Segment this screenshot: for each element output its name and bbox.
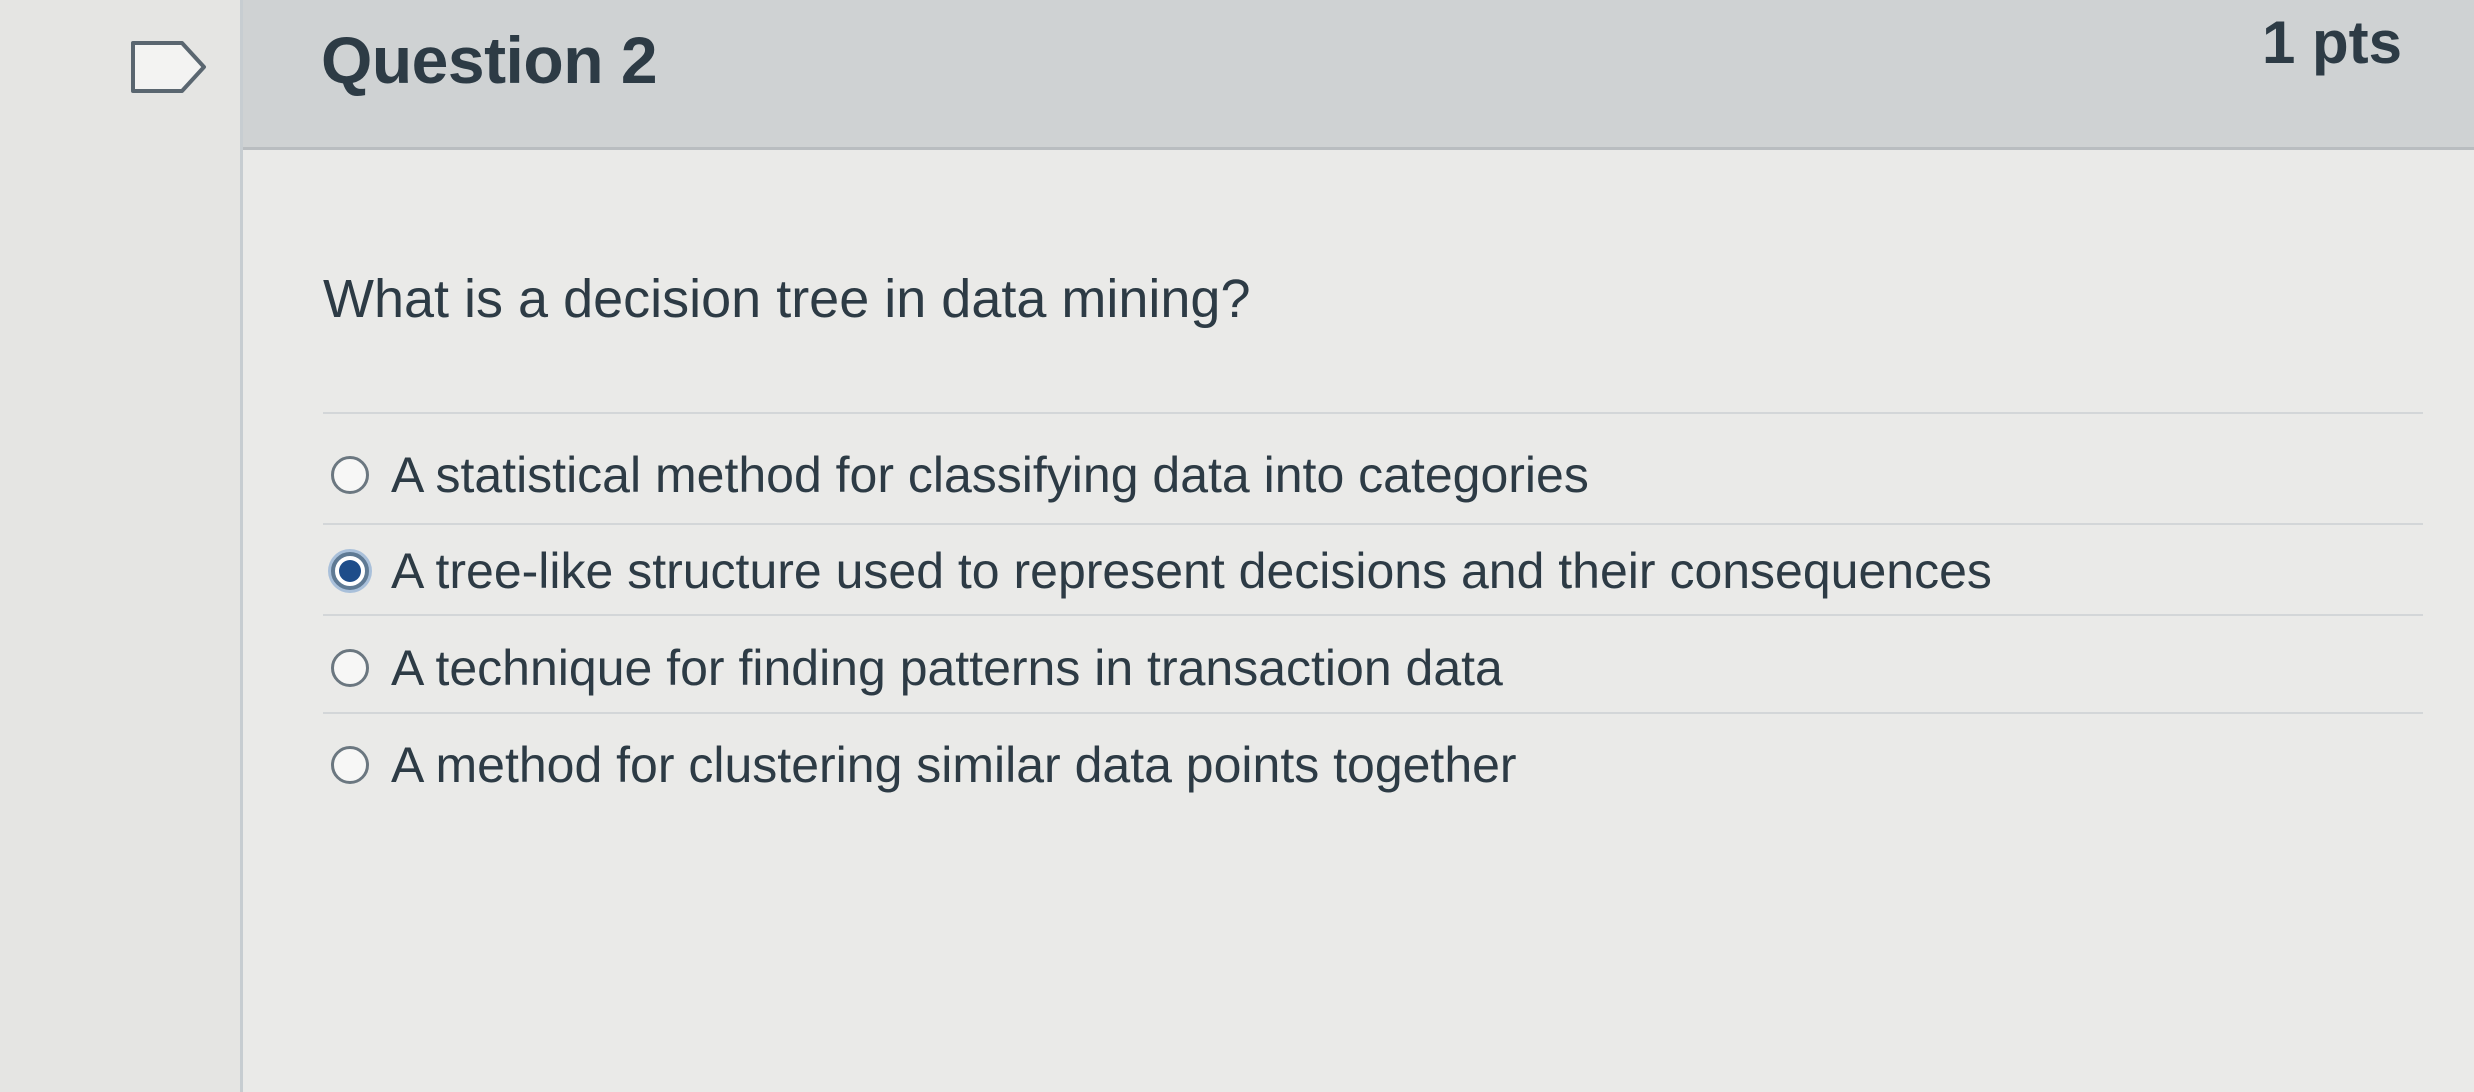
divider: [323, 712, 2423, 714]
question-points: 1 pts: [2261, 9, 2402, 76]
answer-option-1[interactable]: A statistical method for classifying dat…: [331, 430, 2431, 520]
answer-option-4[interactable]: A method for clustering similar data poi…: [331, 720, 2431, 810]
radio-button-1[interactable]: [331, 456, 369, 494]
answer-label-2[interactable]: A tree-like structure used to represent …: [391, 542, 1992, 600]
divider: [323, 412, 2423, 414]
question-card: Question 2 1 pts What is a decision tree…: [240, 0, 2474, 1092]
quiz-page: Question 2 1 pts What is a decision tree…: [0, 0, 2474, 1092]
question-title: Question 2: [321, 23, 658, 97]
question-body: What is a decision tree in data mining? …: [243, 150, 2474, 1092]
question-header: Question 2 1 pts: [243, 0, 2474, 150]
answer-option-3[interactable]: A technique for finding patterns in tran…: [331, 623, 2431, 713]
answer-label-3[interactable]: A technique for finding patterns in tran…: [391, 639, 1503, 697]
question-text: What is a decision tree in data mining?: [323, 269, 1251, 329]
divider: [323, 614, 2423, 616]
answer-label-1[interactable]: A statistical method for classifying dat…: [391, 446, 1589, 504]
divider: [323, 523, 2423, 525]
answer-option-2[interactable]: A tree-like structure used to represent …: [331, 526, 2431, 616]
answer-label-4[interactable]: A method for clustering similar data poi…: [391, 736, 1517, 794]
radio-button-2-selected[interactable]: [331, 552, 369, 590]
flag-question-icon[interactable]: [130, 40, 208, 94]
question-gutter: [0, 0, 240, 1092]
radio-button-3[interactable]: [331, 649, 369, 687]
radio-button-4[interactable]: [331, 746, 369, 784]
